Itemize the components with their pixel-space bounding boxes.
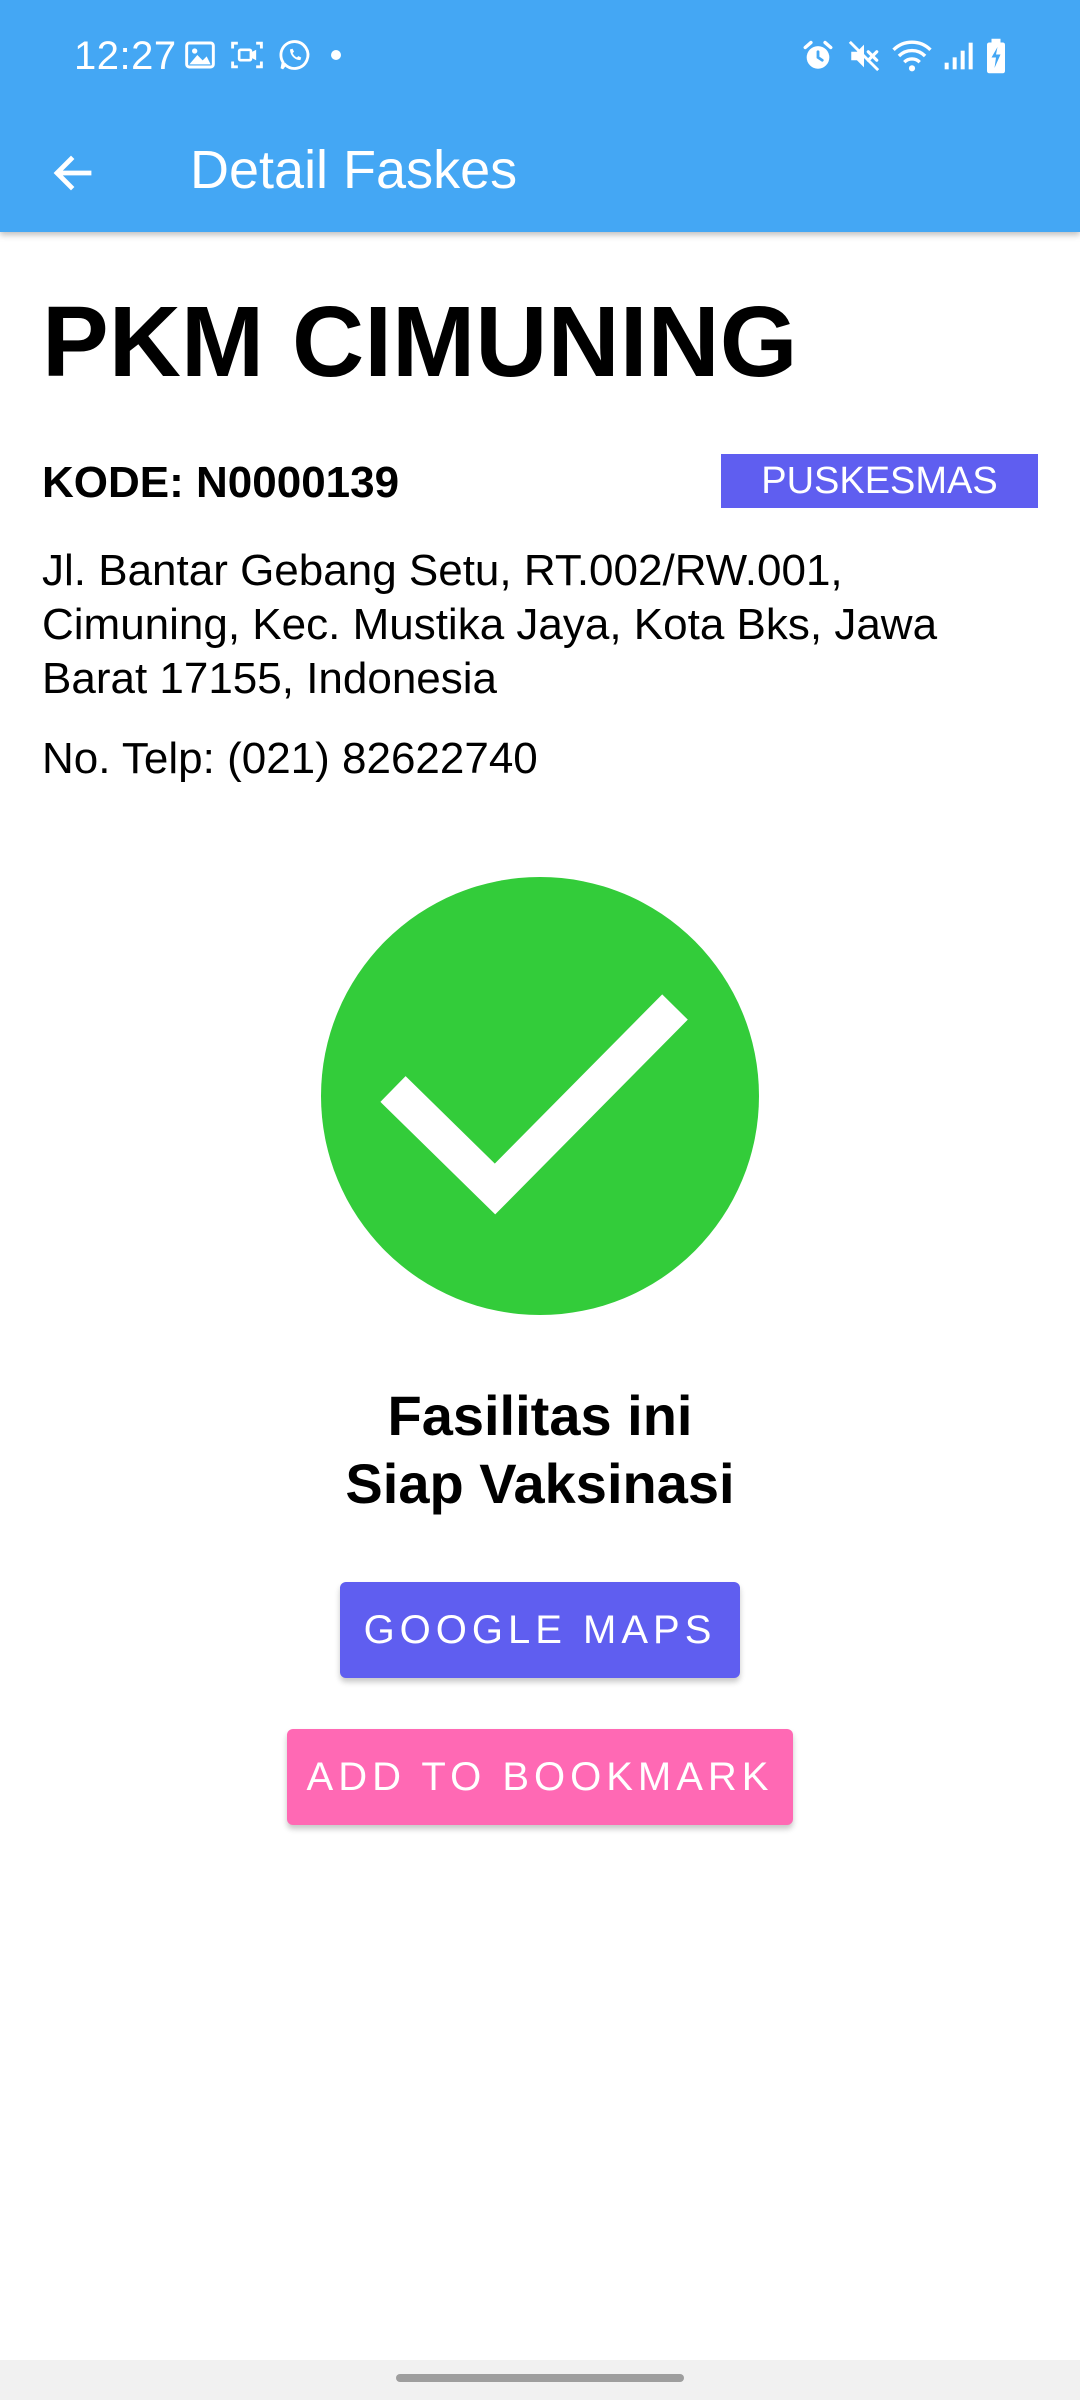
app-header: 12:27 Detail Faskes <box>0 0 1080 232</box>
signal-icon <box>944 42 973 70</box>
status-right-icons <box>800 38 1008 74</box>
image-icon <box>185 41 215 69</box>
mute-icon <box>848 40 880 72</box>
navigation-bar <box>0 2360 1080 2400</box>
facility-code: KODE: N0000139 <box>42 458 400 507</box>
vaccination-status: Fasilitas ini Siap Vaksinasi <box>0 1382 1080 1518</box>
dot-icon <box>331 50 341 60</box>
status-left-icons <box>184 38 346 72</box>
back-button[interactable] <box>38 138 108 208</box>
battery-charging-icon <box>987 38 1005 74</box>
status-bar: 12:27 <box>0 0 1080 112</box>
facility-type-badge: PUSKESMAS <box>721 454 1038 508</box>
facility-phone: No. Telp: (021) 82622740 <box>42 734 538 783</box>
status-line-1: Fasilitas ini <box>387 1384 693 1447</box>
toolbar: Detail Faskes <box>0 112 1080 232</box>
screen-record-icon <box>231 41 263 69</box>
alarm-icon <box>803 40 833 69</box>
status-line-2: Siap Vaksinasi <box>345 1452 735 1515</box>
whatsapp-icon <box>279 40 310 70</box>
page-title: Detail Faskes <box>190 140 518 200</box>
arrow-back-icon <box>53 155 92 191</box>
status-time: 12:27 <box>74 34 177 78</box>
facility-name: PKM CIMUNING <box>42 286 798 398</box>
wifi-icon <box>892 40 932 72</box>
check-circle-icon <box>320 876 760 1316</box>
facility-address: Jl. Bantar Gebang Setu, RT.002/RW.001, C… <box>42 546 938 703</box>
add-to-bookmark-button[interactable]: ADD TO BOOKMARK <box>287 1729 793 1825</box>
google-maps-button[interactable]: GOOGLE MAPS <box>340 1582 740 1678</box>
home-gesture-handle[interactable] <box>396 2374 684 2382</box>
